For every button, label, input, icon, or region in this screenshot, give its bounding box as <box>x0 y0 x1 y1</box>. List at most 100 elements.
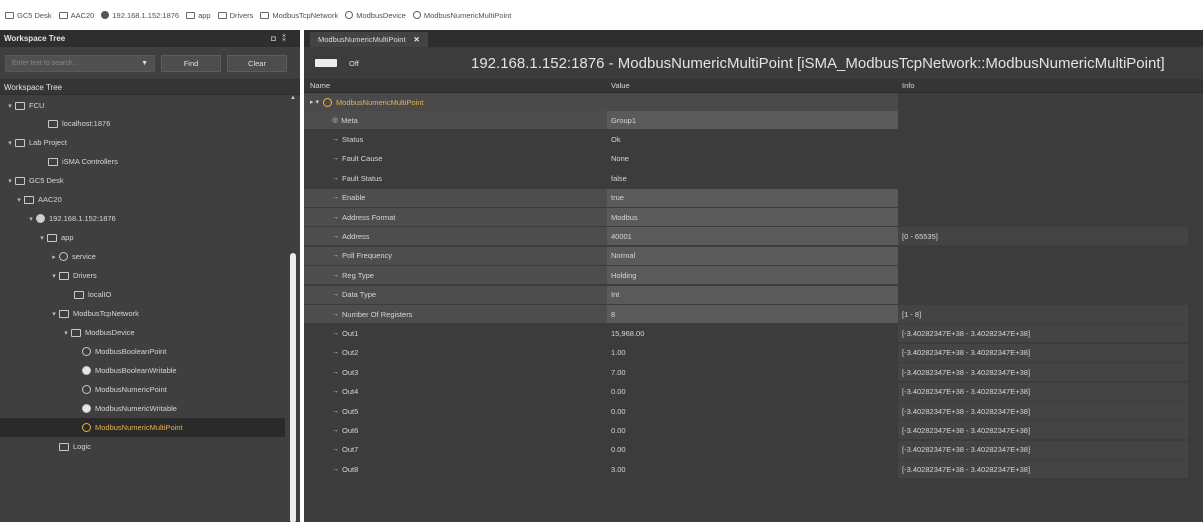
expand-toggle-icon[interactable]: ▾ <box>5 139 15 147</box>
tree-item[interactable]: ▾ Drivers <box>0 266 284 285</box>
breadcrumb-item[interactable]: ModbusTcpNetwork <box>260 11 338 20</box>
expand-toggle-icon[interactable]: ▾ <box>5 177 15 185</box>
tree-item[interactable]: localhost:1876 <box>0 114 284 133</box>
tree-item[interactable]: ModbusNumericMultiPoint <box>0 418 285 437</box>
slot-arrow-icon: → <box>332 213 339 221</box>
property-name-cell: → Out3 <box>304 363 607 381</box>
tab-modbus-numeric-multipoint[interactable]: ModbusNumericMultiPoint ✕ <box>310 32 428 47</box>
search-input[interactable]: Enter text to search... ▼ <box>5 54 155 72</box>
property-value[interactable]: Holding <box>607 266 898 285</box>
workspace-tree: ▾ FCU localhost:1876 ▾ Lab Project iSMA Contr… <box>0 95 300 522</box>
property-value[interactable]: 8 <box>607 305 898 323</box>
table-row[interactable]: → Poll Frequency Normal <box>304 246 1188 265</box>
table-row[interactable]: → Status Ok <box>304 130 1188 148</box>
table-row[interactable]: → Out7 0.00 [-3.40282347E+38 - 3.40282347E+… <box>304 440 1188 459</box>
tree-item-label: ModbusBooleanWritable <box>95 366 177 375</box>
expand-icon[interactable]: ▸ ▾ <box>310 98 319 106</box>
expand-toggle-icon[interactable]: ▾ <box>26 215 36 223</box>
expand-toggle-icon[interactable]: ▾ <box>49 310 59 318</box>
scroll-up-icon[interactable]: ▲ <box>290 95 296 103</box>
tree-item[interactable]: ModbusNumericWritable <box>0 399 284 418</box>
breadcrumb-item[interactable]: ModbusDevice <box>345 11 406 20</box>
tree-item[interactable]: ModbusBooleanPoint <box>0 342 284 361</box>
table-row[interactable]: → Address 40001 [0 - 65535] <box>304 227 1188 246</box>
property-value[interactable]: Int <box>607 285 898 304</box>
tree-item[interactable]: ▾ app <box>0 228 284 247</box>
table-row-root[interactable]: ▸ ▾ ModbusNumericMultiPoint <box>304 93 1188 111</box>
column-header-value[interactable]: Value <box>607 81 898 90</box>
breadcrumb-item[interactable]: app <box>186 11 211 20</box>
panel-controls[interactable]: ◘⁑ <box>271 34 292 43</box>
tree-item[interactable]: ▾ 192.168.1.152:1876 <box>0 209 284 228</box>
property-value[interactable]: 40001 <box>607 227 898 246</box>
property-sheet-panel: ModbusNumericMultiPoint ✕ Off 192.168.1.… <box>304 30 1203 522</box>
tree-item[interactable]: ▸ service <box>0 247 284 266</box>
expand-toggle-icon[interactable]: ▸ <box>49 253 59 261</box>
breadcrumb-item[interactable]: ModbusNumericMultiPoint <box>412 11 511 20</box>
breadcrumb-item[interactable]: Drivers <box>217 11 253 20</box>
property-name: Meta <box>341 115 358 125</box>
table-row[interactable]: → Out6 0.00 [-3.40282347E+38 - 3.40282347E+… <box>304 421 1188 440</box>
table-row[interactable]: → Number Of Registers 8 [1 - 8] <box>304 305 1188 323</box>
clear-button[interactable]: Clear <box>227 54 287 72</box>
table-row[interactable]: → Address Format Modbus <box>304 208 1188 226</box>
expand-toggle-icon[interactable]: ▾ <box>61 329 71 337</box>
scrollbar-thumb[interactable] <box>290 253 296 522</box>
tree-item-label: ModbusNumericMultiPoint <box>95 423 183 432</box>
breadcrumb-item[interactable]: GC5 Desk <box>5 11 52 20</box>
tree-item[interactable]: iSMA Controllers <box>0 152 284 171</box>
table-row[interactable]: → Out3 7.00 [-3.40282347E+38 - 3.40282347E+… <box>304 363 1188 382</box>
property-name: Out6 <box>342 425 359 435</box>
table-row[interactable]: → Fault Cause None <box>304 150 1188 168</box>
slot-arrow-icon: → <box>332 155 339 163</box>
pin-icon[interactable]: ⁑ <box>282 34 292 43</box>
find-button[interactable]: Find <box>161 54 221 72</box>
tree-item[interactable]: ▾ AAC20 <box>0 190 284 209</box>
property-value[interactable]: Group1 <box>607 111 898 129</box>
tree-item[interactable]: Logic <box>0 437 284 456</box>
property-value[interactable]: Normal <box>607 246 898 265</box>
tree-item[interactable]: ▾ ModbusTcpNetwork <box>0 304 284 323</box>
property-value[interactable]: Modbus <box>607 208 898 226</box>
tree-item[interactable]: ▾ GC5 Desk <box>0 171 284 190</box>
tree-item[interactable]: ▾ Lab Project <box>0 133 284 152</box>
breadcrumb-item[interactable]: AAC20 <box>58 11 94 20</box>
property-info: [-3.40282347E+38 - 3.40282347E+38] <box>898 421 1188 440</box>
table-row[interactable]: → Out5 0.00 [-3.40282347E+38 - 3.40282347E+… <box>304 402 1188 420</box>
column-header-name[interactable]: Name <box>304 81 607 90</box>
table-row[interactable]: → Reg Type Holding <box>304 266 1188 285</box>
table-row[interactable]: ◎ Meta Group1 <box>304 111 1188 129</box>
tree-item[interactable]: ModbusBooleanWritable <box>0 361 284 380</box>
table-row[interactable]: → Enable true <box>304 188 1188 207</box>
table-row[interactable]: → Out8 3.00 [-3.40282347E+38 - 3.40282347E+… <box>304 460 1188 479</box>
property-name: Data Type <box>342 290 377 300</box>
property-name: Out5 <box>342 406 359 416</box>
property-value[interactable]: true <box>607 188 898 207</box>
close-icon[interactable]: ✕ <box>414 35 420 44</box>
table-row[interactable]: → Data Type Int <box>304 285 1188 304</box>
table-row[interactable]: → Out1 15,968.00 [-3.40282347E+38 - 3.40282… <box>304 324 1188 343</box>
dropdown-arrow-icon[interactable]: ▼ <box>141 60 148 67</box>
property-info <box>898 286 1188 304</box>
table-row[interactable]: → Fault Status false <box>304 169 1188 187</box>
expand-toggle-icon[interactable]: ▾ <box>14 196 24 204</box>
tree-item[interactable]: ▾ ModbusDevice <box>0 323 284 342</box>
property-name: Out2 <box>342 348 359 358</box>
property-name: Out3 <box>342 367 359 377</box>
column-header-info[interactable]: Info <box>898 81 1188 90</box>
tree-item-label: localIO <box>88 290 112 299</box>
property-name-cell: → Out7 <box>304 441 607 459</box>
property-value: 7.00 <box>611 367 626 377</box>
table-row[interactable]: → Out4 0.00 [-3.40282347E+38 - 3.40282347E+… <box>304 382 1188 401</box>
tree-item[interactable]: localIO <box>0 285 284 304</box>
expand-toggle-icon[interactable]: ▾ <box>5 102 15 110</box>
tree-item[interactable]: ▾ FCU <box>0 96 284 115</box>
tree-scrollbar[interactable]: ▲ <box>290 95 296 522</box>
breadcrumb-item[interactable]: 192.168.1.152:1876 <box>101 11 179 20</box>
tree-item[interactable]: ModbusNumericPoint <box>0 380 284 399</box>
expand-toggle-icon[interactable]: ▾ <box>49 272 59 280</box>
expand-toggle-icon[interactable]: ▾ <box>37 234 47 242</box>
table-row[interactable]: → Out2 1.00 [-3.40282347E+38 - 3.40282347E+… <box>304 343 1188 362</box>
enable-toggle[interactable] <box>315 59 337 67</box>
restore-icon[interactable]: ◘ <box>271 34 282 43</box>
